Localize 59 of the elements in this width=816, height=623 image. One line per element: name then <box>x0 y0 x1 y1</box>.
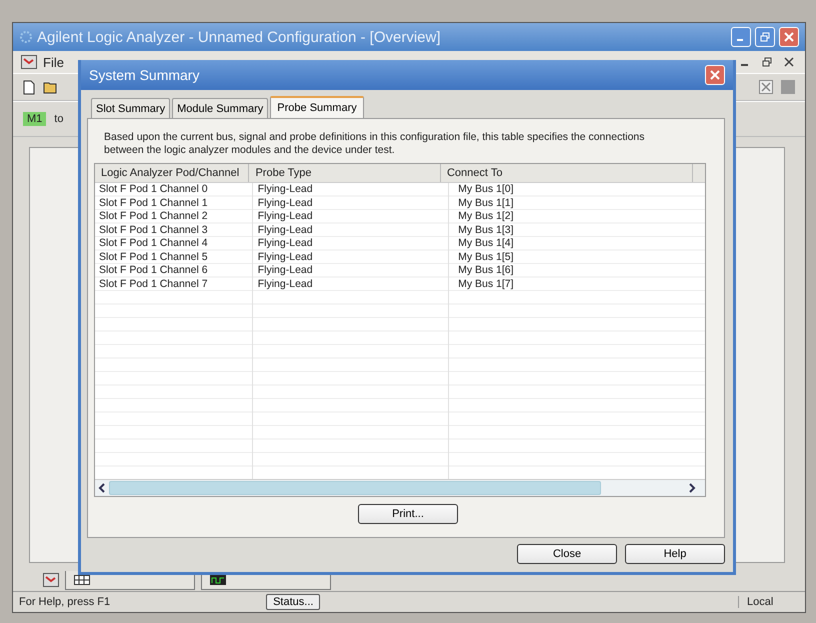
table-cell-text: Flying-Lead <box>256 237 314 250</box>
overview-tab-icon[interactable] <box>43 573 59 587</box>
table-cell-text: Flying-Lead <box>256 250 314 264</box>
table-cell-text: My Bus 1[2] <box>457 210 515 224</box>
status-button[interactable]: Status... <box>266 594 320 610</box>
horizontal-scrollbar[interactable] <box>95 479 705 496</box>
status-help-text: For Help, press F1 <box>19 596 110 608</box>
table-cell-text: My Bus 1[4] <box>457 237 515 250</box>
table-cell-text: Flying-Lead <box>256 224 314 237</box>
table-cell-text: Slot F Pod 1 Channel 0 <box>98 183 209 196</box>
dialog-button[interactable]: Close <box>517 544 617 564</box>
restore-icon[interactable] <box>760 32 770 42</box>
table-cell-text: Slot F Pod 1 Channel 2 <box>98 210 209 224</box>
open-folder-icon[interactable] <box>43 80 59 94</box>
dialog-button[interactable]: Help <box>625 544 725 564</box>
document-icon <box>21 55 37 69</box>
table-cell-text: Flying-Lead <box>256 278 314 291</box>
table-cell-text: Slot F Pod 1 Channel 7 <box>98 278 209 291</box>
column-header[interactable]: Connect To <box>440 164 693 182</box>
table-cell-text: Slot F Pod 1 Channel 5 <box>98 250 209 264</box>
tab[interactable]: Slot Summary <box>91 98 170 118</box>
close-button[interactable] <box>705 65 725 85</box>
table-cell-text: Flying-Lead <box>256 183 314 196</box>
x-box-icon[interactable] <box>759 80 773 94</box>
table-cell-text: My Bus 1[3] <box>457 224 515 237</box>
table-cell-text: Slot F Pod 1 Channel 4 <box>98 237 209 250</box>
table-cell-text: My Bus 1[7] <box>457 278 515 291</box>
table-cell-text: My Bus 1[5] <box>457 250 515 264</box>
restore-button[interactable] <box>755 27 775 47</box>
column-header[interactable]: Logic Analyzer Pod/Channel <box>95 164 250 182</box>
print-button[interactable]: Print... <box>358 504 458 524</box>
table-cell-text: My Bus 1[6] <box>457 264 515 278</box>
menu-item[interactable]: File <box>43 54 64 70</box>
minimize-button[interactable] <box>731 27 751 47</box>
close-button[interactable] <box>779 27 799 47</box>
table-icon[interactable] <box>74 574 90 584</box>
window-title: Agilent Logic Analyzer - Unnamed Configuration - [Overview] <box>37 28 441 46</box>
tab[interactable]: Probe Summary <box>270 96 364 118</box>
table-cell-text: My Bus 1[1] <box>457 196 515 210</box>
table-cell-text: Slot F Pod 1 Channel 3 <box>98 224 209 237</box>
table-cell-text: Flying-Lead <box>256 196 314 210</box>
close-icon[interactable] <box>784 57 794 67</box>
table-cell-text: Slot F Pod 1 Channel 6 <box>98 264 209 278</box>
table-cell-text: Flying-Lead <box>256 264 314 278</box>
new-file-icon[interactable] <box>23 80 35 94</box>
column-header[interactable]: Probe Type <box>249 164 441 182</box>
dialog-title: System Summary <box>89 67 200 83</box>
table-cell-text: Slot F Pod 1 Channel 1 <box>98 196 209 210</box>
description-text: Based upon the current bus, signal and probe definitions in this configuration file, this table specifies the connections between the logic analyzer modules and the device under test. <box>104 131 646 157</box>
mode-indicator: Local <box>738 596 799 608</box>
waveform-icon[interactable] <box>210 574 226 584</box>
restore-icon[interactable] <box>762 57 772 67</box>
table-cell-text: My Bus 1[0] <box>457 183 515 196</box>
app-icon <box>19 30 33 44</box>
tab[interactable]: Module Summary <box>172 98 268 118</box>
toolbar-label: to <box>54 113 64 125</box>
module-badge: M1 <box>23 112 46 126</box>
table-cell-text: Flying-Lead <box>256 210 314 224</box>
scrollbar-thumb[interactable] <box>109 481 601 495</box>
